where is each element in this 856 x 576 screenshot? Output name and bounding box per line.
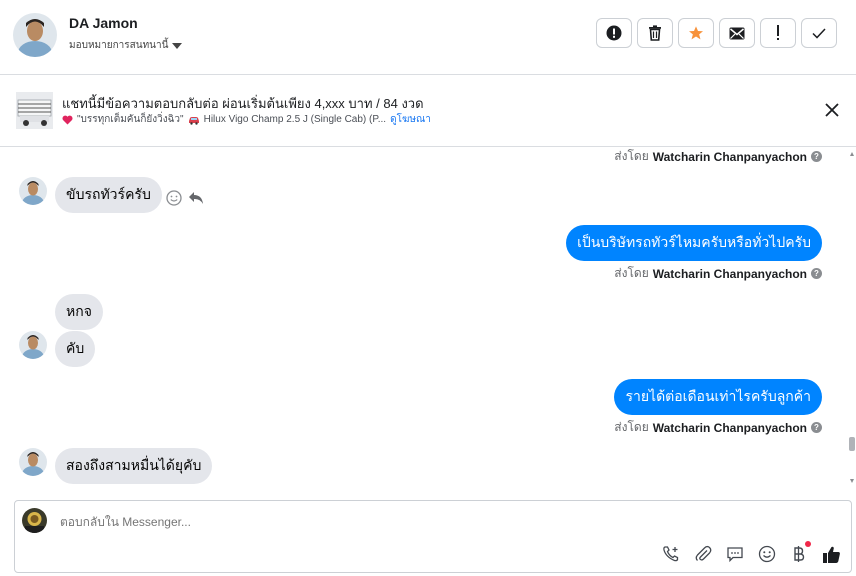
report-icon: [606, 25, 622, 41]
chat-bubble-icon: [727, 547, 743, 563]
notification-dot: [805, 541, 811, 547]
ad-tagline: "บรรทุกเต็มคันก็ยังวิ่งฉิว": [77, 114, 184, 125]
close-icon: [825, 103, 839, 117]
composer-toolbar: [661, 541, 841, 564]
sent-by-label: ส่งโดย Watcharin Chanpanyachon ?: [614, 418, 822, 437]
heart-icon: [62, 115, 73, 124]
emoji-button[interactable]: [757, 544, 777, 564]
like-button[interactable]: [821, 544, 841, 564]
message-actions: [166, 190, 204, 206]
contact-avatar-small[interactable]: [19, 331, 47, 359]
star-icon: [689, 26, 703, 40]
info-icon[interactable]: ?: [811, 422, 822, 433]
ad-title: แชทนี้มีข้อความตอบกลับต่อ ผ่อนเริ่มต้นเพ…: [62, 96, 424, 111]
ad-vehicle: Hilux Vigo Champ 2.5 J (Single Cab) (P..…: [203, 114, 387, 125]
star-button[interactable]: [678, 18, 714, 48]
paperclip-icon: [695, 545, 712, 561]
smiley-icon[interactable]: [166, 190, 182, 206]
ad-subtitle: "บรรทุกเต็มคันก็ยังวิ่งฉิว" Hilux Vigo C…: [62, 112, 431, 127]
reply-composer: [14, 500, 852, 573]
saved-replies-button[interactable]: [725, 544, 745, 564]
chevron-down-icon: [172, 42, 183, 49]
assign-conversation-dropdown[interactable]: มอบหมายการสนทนานี้: [69, 38, 183, 53]
info-icon[interactable]: ?: [811, 268, 822, 279]
conversation-header: DA Jamon มอบหมายการสนทนานี้: [0, 0, 856, 75]
page-avatar: [22, 508, 47, 533]
contact-avatar-small[interactable]: [19, 177, 47, 205]
ad-thumbnail[interactable]: [16, 92, 53, 129]
reply-input[interactable]: [58, 514, 562, 530]
contact-avatar-small[interactable]: [19, 448, 47, 476]
sent-by-label: ส่งโดย Watcharin Chanpanyachon ?: [614, 147, 822, 166]
close-banner-button[interactable]: [824, 102, 840, 118]
reply-icon[interactable]: [188, 191, 204, 205]
check-icon: [812, 27, 826, 39]
incoming-message[interactable]: คับ: [55, 331, 96, 367]
car-icon: [188, 116, 199, 125]
ad-context-banner: แชทนี้มีข้อความตอบกลับต่อ ผ่อนเริ่มต้นเพ…: [0, 75, 856, 147]
thread-scrollbar[interactable]: [848, 147, 856, 496]
follow-up-button[interactable]: [760, 18, 796, 48]
phone-plus-icon: [663, 546, 679, 562]
mark-unread-button[interactable]: [719, 18, 755, 48]
report-button[interactable]: [596, 18, 632, 48]
exclamation-icon: [777, 25, 779, 40]
header-actions: [596, 18, 837, 48]
mail-icon: [729, 27, 745, 39]
call-button[interactable]: [661, 544, 681, 564]
sent-by-label: ส่งโดย Watcharin Chanpanyachon ?: [614, 264, 822, 283]
assign-label: มอบหมายการสนทนานี้: [69, 40, 169, 51]
incoming-message[interactable]: ขับรถทัวร์ครับ: [55, 177, 162, 213]
outgoing-message[interactable]: รายได้ต่อเดือนเท่าไรครับลูกค้า: [614, 379, 822, 415]
payment-button[interactable]: [789, 541, 811, 564]
delete-button[interactable]: [637, 18, 673, 48]
emoji-icon: [758, 545, 776, 563]
incoming-message[interactable]: สองถึงสามหมื่นได้ยุคับ: [55, 448, 213, 484]
incoming-message[interactable]: หกจ: [55, 294, 103, 330]
outgoing-message[interactable]: เป็นบริษัทรถทัวร์ไหมครับหรือทั่วไปครับ: [566, 225, 822, 261]
attach-button[interactable]: [693, 544, 713, 564]
contact-avatar[interactable]: [13, 13, 57, 57]
baht-icon: [794, 546, 805, 562]
view-ad-link[interactable]: ดูโฆษณา: [390, 112, 431, 127]
trash-icon: [649, 25, 661, 41]
info-icon[interactable]: ?: [811, 151, 822, 162]
thumbs-up-icon: [822, 546, 840, 563]
contact-name[interactable]: DA Jamon: [69, 15, 138, 31]
message-thread[interactable]: ส่งโดย Watcharin Chanpanyachon ? ขับรถทั…: [0, 147, 856, 496]
mark-done-button[interactable]: [801, 18, 837, 48]
